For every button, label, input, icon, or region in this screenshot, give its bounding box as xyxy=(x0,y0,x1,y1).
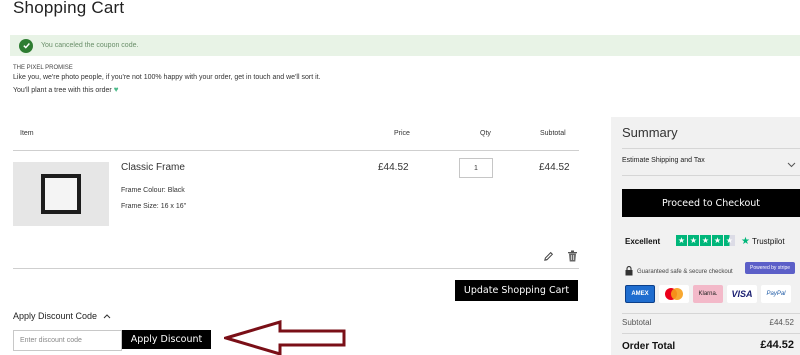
discount-toggle[interactable]: Apply Discount Code xyxy=(13,311,111,321)
row-divider xyxy=(13,268,579,269)
half-star-icon: ★ xyxy=(724,235,735,246)
option-size: Frame Size: 16 x 16" xyxy=(121,203,186,210)
update-cart-button[interactable]: Update Shopping Cart xyxy=(455,280,578,301)
star-icon: ★ xyxy=(676,235,687,246)
secure-text: Guaranteed safe & secure checkout xyxy=(637,269,733,275)
summary-divider xyxy=(622,333,800,334)
lock-icon xyxy=(625,263,633,281)
annotation-arrow-icon xyxy=(224,320,346,355)
star-icon: ★ xyxy=(712,235,723,246)
summary-divider xyxy=(622,148,800,149)
notice-text: You canceled the coupon code. xyxy=(41,42,139,49)
trustpilot-star-icon: ★ xyxy=(741,236,750,247)
heart-icon: ♥ xyxy=(113,85,119,94)
item-subtotal: £44.52 xyxy=(539,162,570,173)
edit-icon[interactable] xyxy=(543,249,554,267)
stripe-badge: Powered by stripe xyxy=(745,262,795,274)
option-colour: Frame Colour: Black xyxy=(121,187,185,194)
option-value: 16 x 16" xyxy=(160,203,187,210)
klarna-logo: Klarna. xyxy=(693,285,723,303)
order-total-value: £44.52 xyxy=(760,339,794,351)
amex-logo: AMEX xyxy=(625,285,655,303)
summary-title: Summary xyxy=(622,125,678,140)
page-title: Shopping Cart xyxy=(13,0,125,17)
discount-code-input[interactable]: Enter discount code xyxy=(13,330,122,351)
frame-image xyxy=(41,174,81,214)
header-price: Price xyxy=(394,130,410,137)
trash-icon[interactable] xyxy=(567,249,578,267)
option-value: Black xyxy=(167,187,185,194)
tree-text: You'll plant a tree with this order ♥ xyxy=(13,84,321,97)
promise-heading: THE PIXEL PROMISE xyxy=(13,65,73,71)
discount-toggle-label: Apply Discount Code xyxy=(13,311,98,321)
quantity-input[interactable]: 1 xyxy=(459,158,493,178)
summary-divider xyxy=(622,313,800,314)
mastercard-logo xyxy=(659,285,689,303)
proceed-to-checkout-button[interactable]: Proceed to Checkout xyxy=(622,189,800,217)
trustpilot-logo[interactable]: ★ Trustpilot xyxy=(741,236,785,247)
tree-line: You'll plant a tree with this order xyxy=(13,87,112,94)
header-subtotal: Subtotal xyxy=(540,130,566,137)
visa-logo: VISA xyxy=(727,285,757,303)
option-label: Frame Size: xyxy=(121,203,159,210)
success-notice: You canceled the coupon code. xyxy=(10,35,800,56)
chevron-down-icon[interactable] xyxy=(787,155,796,173)
table-divider xyxy=(13,150,579,151)
promise-text: Like you, we're photo people, if you're … xyxy=(13,74,321,81)
star-icon: ★ xyxy=(700,235,711,246)
order-summary-panel: Summary Estimate Shipping and Tax Procee… xyxy=(611,117,800,355)
estimate-shipping-toggle[interactable]: Estimate Shipping and Tax xyxy=(622,157,705,164)
subtotal-value: £44.52 xyxy=(769,318,794,327)
summary-divider xyxy=(622,175,800,176)
item-price: £44.52 xyxy=(378,162,409,173)
trust-stars: ★ ★ ★ ★ ★ xyxy=(676,235,735,246)
secure-checkout: Guaranteed safe & secure checkout xyxy=(625,263,733,281)
header-item: Item xyxy=(20,130,34,137)
apply-discount-button[interactable]: Apply Discount xyxy=(122,330,211,349)
order-total-label: Order Total xyxy=(622,341,676,352)
pixel-promise: THE PIXEL PROMISE Like you, we're photo … xyxy=(13,64,321,97)
header-qty: Qty xyxy=(480,130,491,137)
trustpilot-brand: Trustpilot xyxy=(751,237,785,246)
subtotal-label: Subtotal xyxy=(622,318,652,327)
paypal-logo: PayPal xyxy=(761,285,791,303)
product-name[interactable]: Classic Frame xyxy=(121,162,185,173)
check-circle-icon xyxy=(19,38,33,53)
option-label: Frame Colour: xyxy=(121,187,166,194)
chevron-up-icon xyxy=(103,311,111,321)
product-thumbnail[interactable] xyxy=(13,162,109,226)
star-icon: ★ xyxy=(688,235,699,246)
trust-rating-word: Excellent xyxy=(625,237,661,246)
